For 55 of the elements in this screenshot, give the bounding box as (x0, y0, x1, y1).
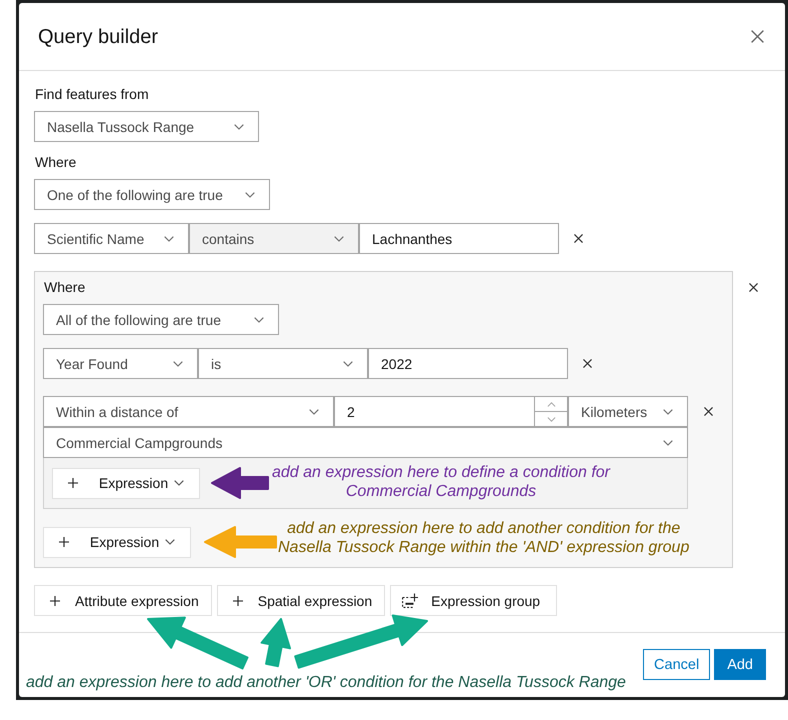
chevron-down-icon (309, 408, 319, 414)
dashed-box-plus-icon (402, 593, 418, 608)
layer-dropdown[interactable]: Nasella Tussock Range (34, 111, 259, 142)
chevron-down-icon (334, 236, 344, 242)
operator-dropdown[interactable]: contains (189, 223, 359, 254)
unit-dropdown[interactable]: Kilometers (568, 396, 688, 427)
chevron-down-icon (663, 440, 673, 446)
annotation-text: add an expression here to add another condition for the Nasella Tussock Range within the 'AND' expression group (278, 519, 690, 557)
chevron-up-icon (546, 402, 556, 406)
close-icon (704, 407, 713, 416)
chevron-down-icon (165, 539, 175, 545)
relation-dropdown[interactable]: Within a distance of (43, 396, 334, 427)
plus-icon (68, 478, 78, 488)
chevron-down-icon (546, 416, 556, 422)
remove-button[interactable] (574, 234, 583, 243)
chevron-down-icon (164, 236, 174, 242)
remove-button[interactable] (704, 407, 713, 416)
chevron-down-icon (174, 480, 184, 486)
field-dropdown[interactable]: Year Found (43, 348, 198, 379)
field-label: Where (35, 153, 76, 172)
plus-icon (232, 596, 243, 606)
chevron-down-icon (234, 124, 244, 130)
annotation-text: add an expression here to add another 'OR' condition for the Nasella Tussock Range (26, 674, 626, 692)
add-expression-button[interactable]: Expression (52, 468, 200, 498)
chevron-down-icon (663, 408, 673, 414)
close-icon (749, 283, 758, 292)
match-dropdown[interactable]: One of the following are true (34, 179, 270, 210)
chevron-down-icon (245, 192, 255, 198)
add-expression-button[interactable]: Spatial expression (216, 585, 386, 616)
annotation-text: add an expression here to define a condition for Commercial Campgrounds (272, 463, 610, 501)
field-dropdown[interactable]: Scientific Name (34, 223, 189, 254)
value-input[interactable]: Lachnanthes (359, 223, 559, 254)
add-group-button[interactable]: Expression group (390, 585, 558, 616)
plus-icon (59, 537, 69, 547)
remove-button[interactable] (583, 359, 592, 368)
cancel-button[interactable]: Cancel (643, 649, 710, 680)
operator-dropdown[interactable]: is (198, 348, 368, 379)
close-icon (574, 234, 583, 243)
remove-button[interactable] (749, 283, 758, 292)
plus-icon (50, 596, 60, 606)
add-button[interactable]: Add (714, 649, 766, 680)
dialog-title: Query builder (38, 24, 158, 48)
close-icon (583, 359, 592, 368)
add-expression-button[interactable]: Expression (43, 526, 191, 558)
close-button[interactable] (751, 30, 764, 43)
value-input[interactable]: 2022 (368, 348, 568, 379)
field-label: Find features from (35, 85, 149, 104)
match-dropdown[interactable]: All of the following are true (43, 304, 279, 335)
chevron-down-icon (343, 360, 353, 366)
chevron-down-icon (173, 360, 183, 366)
field-label: Where (44, 278, 86, 297)
chevron-down-icon (254, 316, 264, 322)
add-expression-button[interactable]: Attribute expression (34, 585, 212, 616)
close-icon (751, 30, 764, 43)
layer-dropdown[interactable]: Commercial Campgrounds (43, 427, 688, 458)
